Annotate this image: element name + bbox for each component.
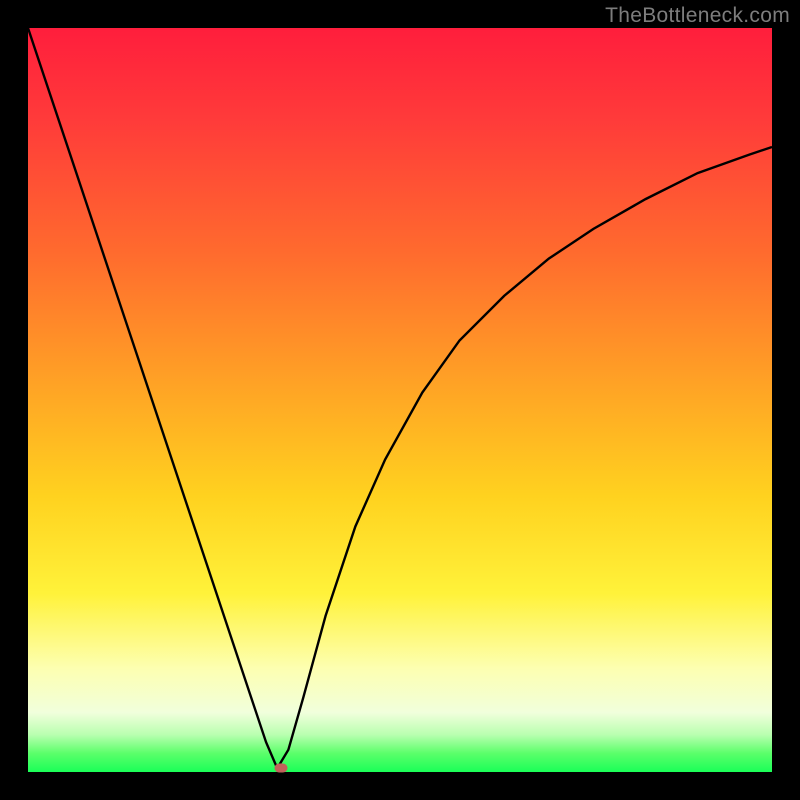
watermark-text: TheBottleneck.com bbox=[605, 4, 790, 28]
bottleneck-curve bbox=[28, 28, 772, 772]
optimal-point-marker bbox=[274, 764, 287, 773]
chart-frame: TheBottleneck.com bbox=[0, 0, 800, 800]
plot-area bbox=[28, 28, 772, 772]
